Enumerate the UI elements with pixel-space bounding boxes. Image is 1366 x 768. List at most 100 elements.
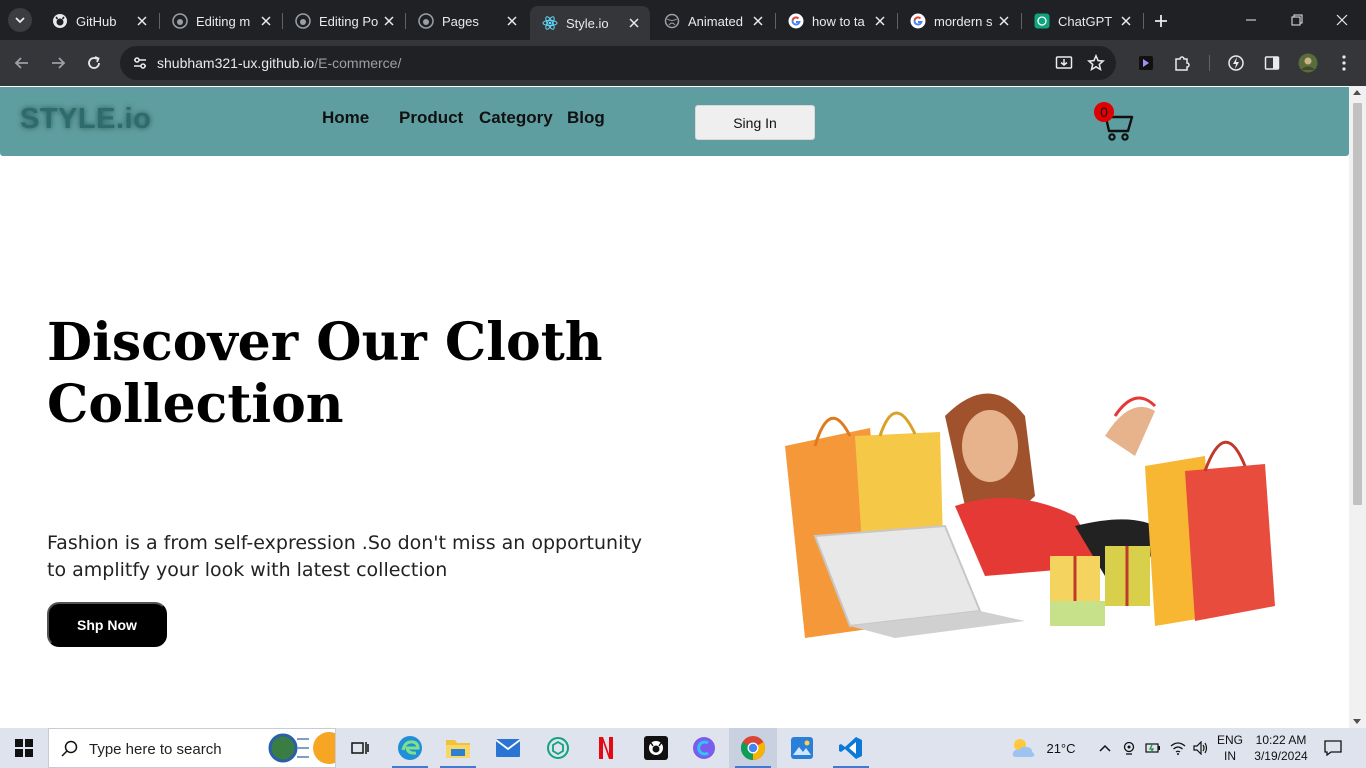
tab-title: ChatGPT: [1058, 13, 1113, 29]
close-icon[interactable]: [626, 15, 642, 31]
menu-button[interactable]: [1332, 51, 1356, 75]
browser-toolbar: shubham321-ux.github.io/E-commerce/: [0, 40, 1366, 86]
tab-title: how to ta: [812, 13, 865, 29]
speaker-icon: [1193, 741, 1208, 755]
nav-category[interactable]: Category: [479, 108, 553, 128]
taskbar-copilot[interactable]: [680, 728, 728, 768]
arrow-right-icon: [52, 57, 66, 69]
tab-chatgpt[interactable]: ChatGPT: [1022, 6, 1142, 36]
back-button[interactable]: [10, 51, 34, 75]
tray-battery-button[interactable]: [1142, 728, 1164, 768]
tab-pages[interactable]: Pages: [406, 6, 528, 36]
taskbar-chatgpt[interactable]: [534, 728, 582, 768]
close-window-button[interactable]: [1328, 8, 1356, 32]
toolbar-divider: [1209, 55, 1210, 71]
nav-home[interactable]: Home: [322, 108, 369, 128]
address-bar[interactable]: shubham321-ux.github.io/E-commerce/: [120, 46, 1116, 80]
taskbar-netflix[interactable]: [582, 728, 630, 768]
site-info-button[interactable]: [128, 51, 152, 75]
tray-volume-button[interactable]: [1190, 728, 1212, 768]
sign-in-button[interactable]: Sing In: [695, 105, 815, 140]
performance-button[interactable]: [1224, 51, 1248, 75]
bookmark-button[interactable]: [1085, 52, 1107, 74]
mail-icon: [495, 739, 521, 757]
taskbar-search[interactable]: Type here to search: [48, 728, 336, 768]
extensions-button[interactable]: [1170, 51, 1194, 75]
tab-github[interactable]: GitHub: [40, 6, 158, 36]
close-icon[interactable]: [1118, 13, 1134, 29]
search-highlight-icon: [268, 732, 335, 764]
extension-button[interactable]: [1134, 51, 1158, 75]
language-indicator[interactable]: ENG IN: [1214, 732, 1246, 764]
url-host: shubham321-ux.github.io: [157, 55, 315, 71]
globe-icon: [664, 13, 680, 29]
tab-editing-po[interactable]: Editing Po: [283, 6, 405, 36]
scroll-down-icon[interactable]: [1353, 719, 1361, 724]
side-panel-button[interactable]: [1260, 51, 1284, 75]
close-icon[interactable]: [258, 13, 274, 29]
notifications-button[interactable]: [1318, 728, 1348, 768]
taskbar-edge[interactable]: [386, 728, 434, 768]
scrollbar-thumb[interactable]: [1353, 103, 1362, 505]
close-icon[interactable]: [872, 13, 888, 29]
new-tab-button[interactable]: [1150, 10, 1172, 32]
arrow-left-icon: [14, 57, 28, 69]
close-icon[interactable]: [750, 13, 766, 29]
cart-count-badge: 0: [1094, 102, 1114, 122]
extension-app-icon: [1139, 56, 1153, 70]
tray-overflow-button[interactable]: [1094, 728, 1116, 768]
region-code: IN: [1224, 749, 1236, 763]
search-placeholder: Type here to search: [89, 741, 222, 758]
weather-temperature: 21°C: [1046, 740, 1076, 756]
taskbar-photos[interactable]: [778, 728, 826, 768]
close-icon[interactable]: [504, 13, 520, 29]
scroll-up-icon[interactable]: [1353, 90, 1361, 95]
netflix-icon: [599, 737, 613, 759]
site-logo[interactable]: STYLE.io: [20, 103, 151, 136]
tab-title: Style.io: [566, 15, 609, 31]
restore-button[interactable]: [1283, 8, 1311, 32]
page-viewport: STYLE.io Home Product Category Blog Sing…: [0, 86, 1366, 728]
minimize-button[interactable]: [1237, 8, 1265, 32]
language-code: ENG: [1216, 733, 1243, 747]
clock-time: 10:22 AM: [1255, 733, 1307, 747]
tab-style-io[interactable]: Style.io: [530, 6, 650, 40]
chrome-icon: [740, 736, 766, 760]
taskbar-file-explorer[interactable]: [434, 728, 482, 768]
vscode-icon: [839, 737, 862, 759]
taskbar-github-desktop[interactable]: [632, 728, 680, 768]
github-desktop-icon: [644, 736, 668, 760]
reload-button[interactable]: [82, 51, 106, 75]
page-scrollbar[interactable]: [1349, 86, 1366, 728]
kebab-menu-icon: [1342, 55, 1346, 71]
tab-mordern-s[interactable]: mordern s: [898, 6, 1020, 36]
windows-icon: [15, 739, 33, 757]
photos-icon: [791, 737, 813, 759]
tab-strip: GitHub Editing m Editing Po Pages Style.…: [0, 0, 1366, 40]
nav-blog[interactable]: Blog: [567, 108, 605, 128]
system-clock[interactable]: 10:22 AM 3/19/2024: [1252, 732, 1310, 764]
tab-animated[interactable]: Animated: [652, 6, 774, 36]
task-view-button[interactable]: [336, 728, 384, 768]
close-icon[interactable]: [996, 13, 1012, 29]
shop-now-button[interactable]: Shp Now: [47, 602, 167, 647]
chatgpt-icon: [1034, 13, 1050, 29]
profile-button[interactable]: [1296, 51, 1320, 75]
taskbar-mail[interactable]: [484, 728, 532, 768]
tab-editing-m[interactable]: Editing m: [160, 6, 282, 36]
close-icon: [1336, 14, 1348, 26]
taskbar-vscode[interactable]: [827, 728, 875, 768]
tab-search-button[interactable]: [8, 8, 32, 32]
weather-widget[interactable]: 21°C: [1008, 728, 1078, 768]
nav-product[interactable]: Product: [399, 108, 463, 128]
close-icon[interactable]: [381, 13, 397, 29]
tab-how-to-ta[interactable]: how to ta: [776, 6, 896, 36]
taskbar-chrome[interactable]: [729, 728, 777, 768]
start-button[interactable]: [0, 728, 48, 768]
forward-button[interactable]: [46, 51, 70, 75]
close-icon[interactable]: [134, 13, 150, 29]
tray-network-button[interactable]: [1166, 728, 1190, 768]
tray-meet-button[interactable]: [1118, 728, 1140, 768]
url-path: /E-commerce/: [314, 55, 402, 71]
install-app-button[interactable]: [1053, 52, 1075, 74]
